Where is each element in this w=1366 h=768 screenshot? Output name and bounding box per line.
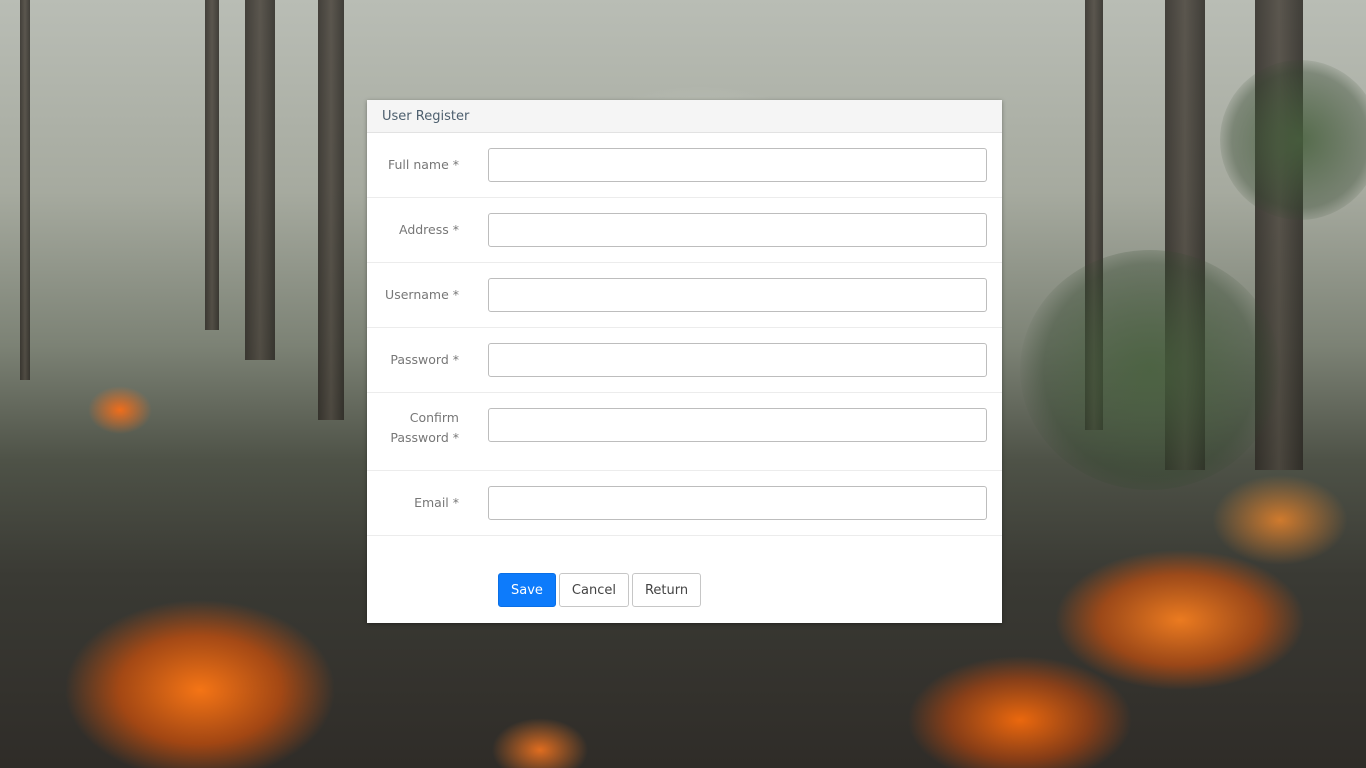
save-button[interactable]: Save	[498, 573, 556, 607]
form-row-username: Username *	[367, 263, 1002, 328]
email-label: Email *	[414, 495, 459, 510]
foliage	[1220, 60, 1366, 220]
return-button[interactable]: Return	[631, 573, 702, 607]
dialog-header: User Register	[367, 100, 1002, 133]
user-register-dialog: User Register Full name * Address * User…	[367, 100, 1002, 623]
full-name-input[interactable]	[488, 148, 987, 182]
form-row-email: Email *	[367, 471, 1002, 536]
foliage	[1020, 250, 1280, 490]
confirm-password-label-line2: Password *	[390, 430, 459, 445]
address-label: Address *	[398, 222, 459, 237]
tree-trunk	[318, 0, 344, 420]
cancel-button[interactable]: Cancel	[558, 573, 629, 607]
address-input[interactable]	[488, 213, 987, 247]
form-row-password: Password *	[367, 328, 1002, 393]
confirm-password-input[interactable]	[488, 408, 987, 442]
confirm-password-label: Confirm Password *	[367, 408, 459, 448]
password-label: Password *	[390, 352, 459, 367]
form-actions: Save Cancel Return	[498, 573, 702, 607]
username-input[interactable]	[488, 278, 987, 312]
tree-trunk	[205, 0, 219, 330]
full-name-label: Full name *	[387, 157, 459, 172]
confirm-password-label-line1: Confirm	[409, 410, 459, 425]
password-input[interactable]	[488, 343, 987, 377]
email-input[interactable]	[488, 486, 987, 520]
form-row-full-name: Full name *	[367, 133, 1002, 198]
tree-trunk	[245, 0, 275, 360]
username-label: Username *	[385, 287, 459, 302]
dialog-title: User Register	[382, 108, 470, 124]
tree-trunk	[20, 0, 30, 380]
form-row-confirm-password: Confirm Password *	[367, 393, 1002, 471]
form-row-address: Address *	[367, 198, 1002, 263]
